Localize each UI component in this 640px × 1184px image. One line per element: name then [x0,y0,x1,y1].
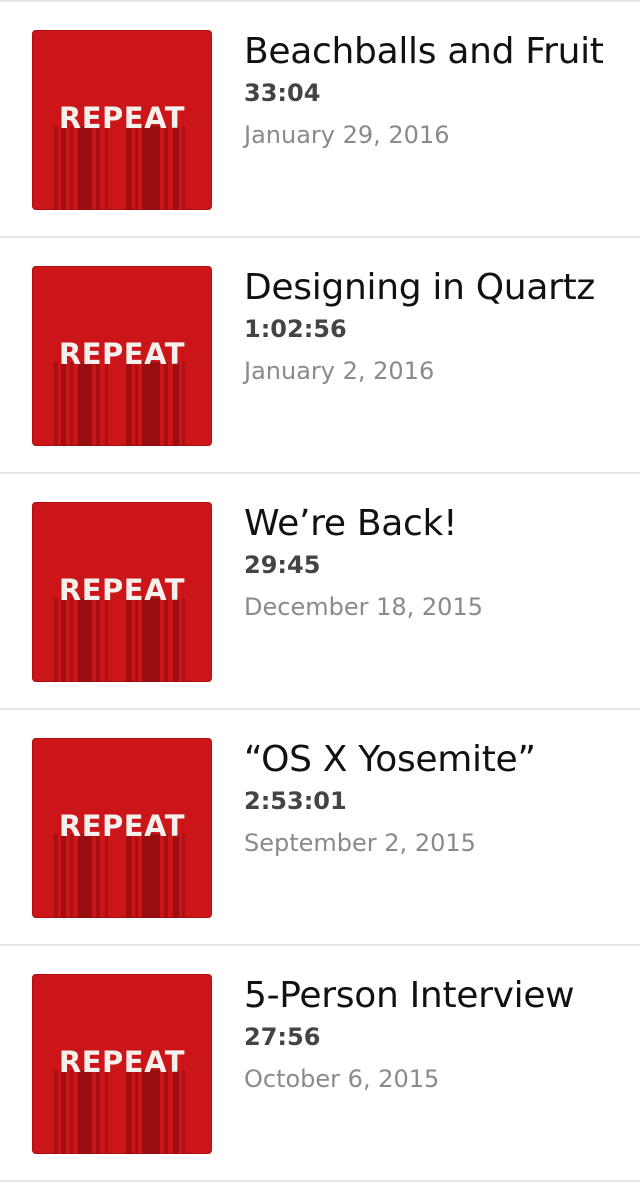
artwork-stripe [142,834,160,918]
artwork-stripe [96,598,100,682]
artwork-stripe [78,126,92,210]
artwork-stripe [96,834,100,918]
episode-row[interactable]: REPEAT “OS X Yosemite” 2:53:01 September… [0,710,640,946]
artwork-stripe [182,362,185,446]
artwork-logo-text: REPEAT [58,573,186,607]
episode-date: September 2, 2015 [244,829,476,857]
podcast-artwork: REPEAT [32,974,212,1154]
artwork-stripe [70,1070,73,1154]
podcast-artwork: REPEAT [32,266,212,446]
episode-info: Designing in Quartz 1:02:56 January 2, 2… [244,266,628,388]
artwork-stripe [61,834,66,918]
artwork-stripe [70,598,73,682]
artwork-stripe [135,834,138,918]
artwork-stripe [142,362,160,446]
artwork-stripe [78,598,92,682]
artwork-stripe [70,834,73,918]
episode-date: October 6, 2015 [244,1065,440,1093]
artwork-stripe [105,598,108,682]
artwork-stripe [126,362,132,446]
artwork-stripe [164,834,168,918]
episode-duration: 1:02:56 [244,315,347,343]
episode-info: 5-Person Interview 27:56 October 6, 2015 [244,974,628,1096]
podcast-artwork: REPEAT [32,30,212,210]
artwork-stripe [54,834,58,918]
artwork-stripe [96,126,100,210]
episode-info: We’re Back! 29:45 December 18, 2015 [244,502,628,624]
artwork-stripe [96,1070,100,1154]
artwork-logo-text: REPEAT [58,337,186,371]
artwork-stripe [182,598,185,682]
artwork-stripe [164,1070,168,1154]
episode-info: Beachballs and Fruit 33:04 January 29, 2… [244,30,628,152]
artwork-stripe [173,126,179,210]
artwork-stripe [61,1070,66,1154]
episode-info: “OS X Yosemite” 2:53:01 September 2, 201… [244,738,628,860]
artwork-stripe [105,1070,108,1154]
artwork-stripe [54,126,58,210]
episode-title: Beachballs and Fruit [244,31,604,72]
artwork-stripe [135,362,138,446]
episode-list: REPEAT Beachballs and Fruit 33:04 Januar… [0,0,640,1182]
episode-duration: 33:04 [244,79,321,107]
episode-duration: 29:45 [244,551,321,579]
artwork-stripe [182,126,185,210]
artwork-stripe [126,598,132,682]
artwork-stripe [164,126,168,210]
episode-date: January 2, 2016 [244,357,435,385]
artwork-stripe [54,1070,58,1154]
artwork-logo-text: REPEAT [58,1045,186,1079]
artwork-stripe [54,598,58,682]
artwork-stripe [105,834,108,918]
episode-title: “OS X Yosemite” [244,739,536,780]
episode-date: January 29, 2016 [244,121,450,149]
artwork-stripe [164,362,168,446]
artwork-stripe [182,1070,185,1154]
episode-title: We’re Back! [244,503,458,544]
artwork-stripe [54,362,58,446]
artwork-stripe [135,1070,138,1154]
artwork-logo-text: REPEAT [58,809,186,843]
artwork-stripe [173,834,179,918]
episode-duration: 2:53:01 [244,787,347,815]
artwork-stripe [126,834,132,918]
artwork-stripe [164,598,168,682]
artwork-stripe [142,126,160,210]
artwork-stripe [78,362,92,446]
artwork-stripe [142,598,160,682]
episode-row[interactable]: REPEAT Beachballs and Fruit 33:04 Januar… [0,2,640,238]
episode-row[interactable]: REPEAT 5-Person Interview 27:56 October … [0,946,640,1182]
podcast-artwork: REPEAT [32,502,212,682]
artwork-stripe [61,362,66,446]
artwork-stripe [182,834,185,918]
episode-row[interactable]: REPEAT We’re Back! 29:45 December 18, 20… [0,474,640,710]
artwork-stripe [105,126,108,210]
artwork-stripe [70,126,73,210]
artwork-stripe [70,362,73,446]
artwork-stripe [142,1070,160,1154]
episode-row[interactable]: REPEAT Designing in Quartz 1:02:56 Janua… [0,238,640,474]
artwork-stripe [61,126,66,210]
artwork-stripe [78,1070,92,1154]
artwork-stripe [126,1070,132,1154]
artwork-stripe [105,362,108,446]
episode-title: Designing in Quartz [244,267,595,308]
artwork-stripe [173,1070,179,1154]
artwork-stripe [61,598,66,682]
artwork-stripe [135,598,138,682]
artwork-stripe [78,834,92,918]
episode-title: 5-Person Interview [244,975,575,1016]
artwork-stripe [173,598,179,682]
artwork-stripe [173,362,179,446]
episode-duration: 27:56 [244,1023,321,1051]
artwork-stripe [126,126,132,210]
artwork-logo-text: REPEAT [58,101,186,135]
podcast-artwork: REPEAT [32,738,212,918]
artwork-stripe [96,362,100,446]
episode-date: December 18, 2015 [244,593,483,621]
artwork-stripe [135,126,138,210]
